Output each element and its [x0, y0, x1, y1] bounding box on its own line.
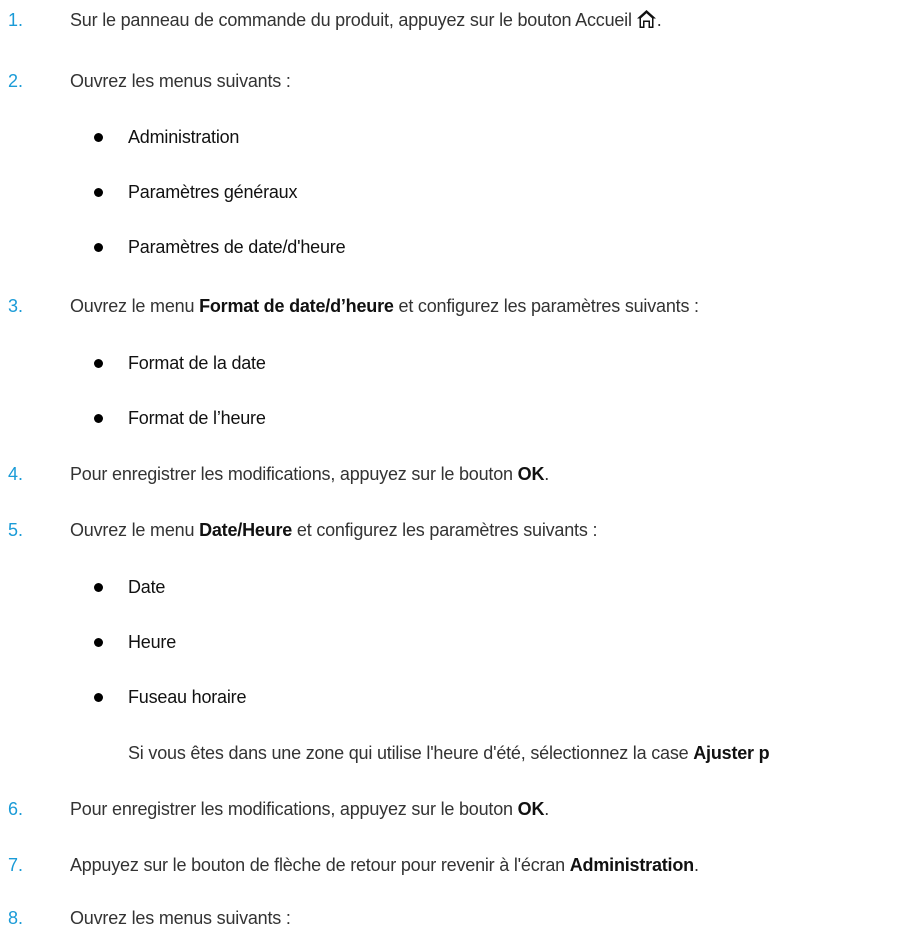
step-text: Pour enregistrer les modifications, appu…	[70, 464, 550, 484]
step-text: Sur le panneau de commande du produit, a…	[70, 8, 662, 30]
step-number: 2.	[8, 71, 24, 91]
screen-name: Administration	[569, 855, 694, 875]
step-number: 1.	[8, 10, 24, 30]
menu-name: Format de date/d’heure	[199, 296, 394, 316]
step-text: Ouvrez le menu Format de date/d’heure et…	[70, 296, 699, 316]
menu-item-date-time-settings: Paramètres de date/d'heure	[128, 237, 346, 257]
step-text: Ouvrez les menus suivants :	[70, 908, 291, 928]
menu-name: Date/Heure	[199, 520, 293, 540]
setting-date-format: Format de la date	[128, 353, 266, 373]
setting-time-format: Format de l’heure	[128, 408, 266, 428]
bullet-dot	[94, 133, 103, 142]
step-text: Pour enregistrer les modifications, appu…	[70, 799, 550, 819]
step-number: 5.	[8, 520, 24, 540]
setting-time: Heure	[128, 632, 177, 652]
step-number: 4.	[8, 464, 24, 484]
bullet-dot	[94, 414, 103, 423]
bullet-dot	[94, 243, 103, 252]
setting-time-zone: Fuseau horaire	[128, 687, 247, 707]
button-name: OK	[517, 799, 545, 819]
step-5-note: Si vous êtes dans une zone qui utilise l…	[128, 743, 770, 763]
home-icon	[636, 8, 657, 28]
step-number: 6.	[8, 799, 24, 819]
bullet-dot	[94, 188, 103, 197]
bullet-dot	[94, 638, 103, 647]
step-text: Appuyez sur le bouton de flèche de retou…	[70, 855, 699, 875]
bullet-dot	[94, 359, 103, 368]
checkbox-name: Ajuster p	[693, 743, 770, 763]
bullet-dot	[94, 693, 103, 702]
button-name: OK	[517, 464, 545, 484]
step-number: 8.	[8, 908, 24, 928]
step-number: 3.	[8, 296, 24, 316]
menu-item-administration: Administration	[128, 127, 240, 147]
setting-date: Date	[128, 577, 166, 597]
step-text: Ouvrez les menus suivants :	[70, 71, 291, 91]
menu-item-general-settings: Paramètres généraux	[128, 182, 298, 202]
step-number: 7.	[8, 855, 24, 875]
bullet-dot	[94, 583, 103, 592]
step-text: Ouvrez le menu Date/Heure et configurez …	[70, 520, 598, 540]
